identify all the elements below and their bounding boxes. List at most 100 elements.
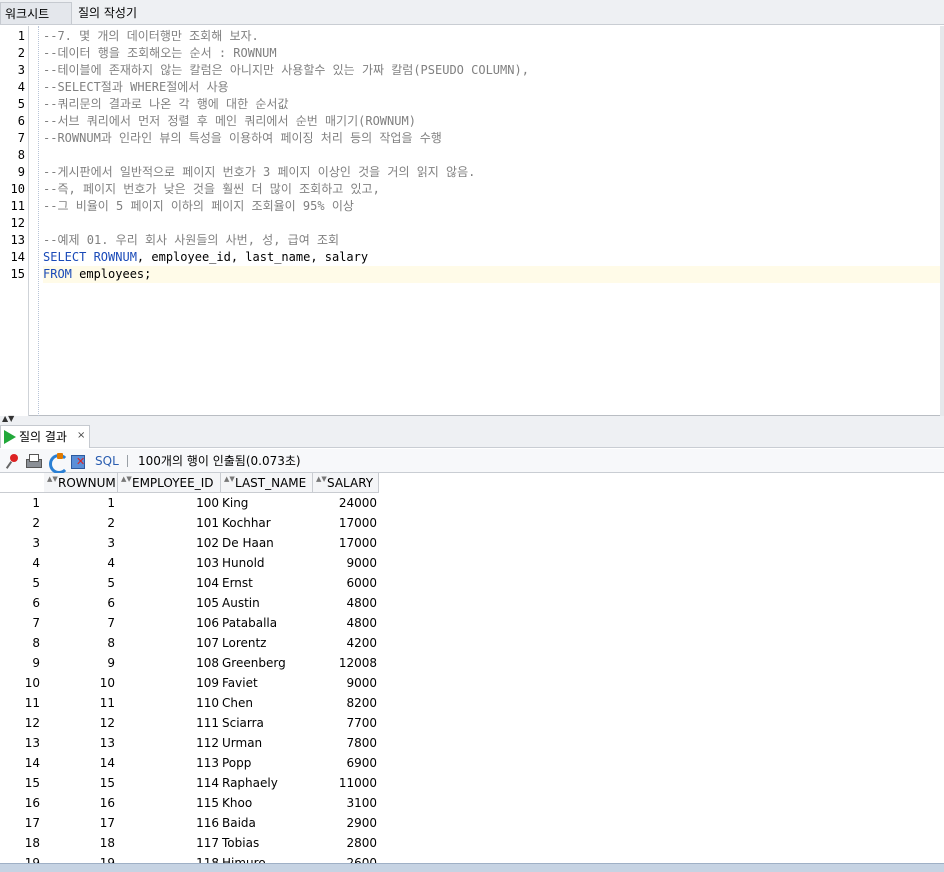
code-line[interactable]: --쿼리문의 결과로 나온 각 행에 대한 순서값 — [43, 96, 940, 113]
cell-last-name[interactable]: Pataballa — [221, 613, 313, 633]
cell-rownum[interactable]: 12 — [44, 713, 118, 733]
table-row[interactable]: 4 4 103 Hunold 9000 — [0, 553, 380, 573]
table-row[interactable]: 6 6 105 Austin 4800 — [0, 593, 380, 613]
cell-last-name[interactable]: Popp — [221, 753, 313, 773]
column-header-employee-id[interactable]: ▲▼ EMPLOYEE_ID — [118, 473, 221, 493]
editor-scrollbar[interactable] — [940, 26, 944, 416]
cell-salary[interactable]: 4800 — [313, 593, 379, 613]
table-row[interactable]: 16 16 115 Khoo 3100 — [0, 793, 380, 813]
cell-last-name[interactable]: Himuro — [221, 853, 313, 863]
code-line[interactable]: --서브 쿼리에서 먼저 정렬 후 메인 쿼리에서 순번 매기기(ROWNUM) — [43, 113, 940, 130]
pane-splitter[interactable]: ▲▼ — [0, 415, 944, 424]
cell-employee-id[interactable]: 112 — [118, 733, 220, 753]
cell-salary[interactable]: 11000 — [313, 773, 379, 793]
cell-last-name[interactable]: Faviet — [221, 673, 313, 693]
table-row[interactable]: 7 7 106 Pataballa 4800 — [0, 613, 380, 633]
cell-salary[interactable]: 17000 — [313, 513, 379, 533]
pin-icon[interactable] — [4, 453, 20, 469]
cell-rownum[interactable]: 10 — [44, 673, 118, 693]
cell-last-name[interactable]: Ernst — [221, 573, 313, 593]
cell-employee-id[interactable]: 116 — [118, 813, 220, 833]
cell-rownum[interactable]: 1 — [44, 493, 118, 513]
cell-last-name[interactable]: Hunold — [221, 553, 313, 573]
cell-rownum[interactable]: 8 — [44, 633, 118, 653]
cell-last-name[interactable]: Chen — [221, 693, 313, 713]
result-grid[interactable]: ▲▼ ROWNUM ▲▼ EMPLOYEE_ID ▲▼ LAST_NAME ▲▼… — [0, 473, 944, 863]
cell-rownum[interactable]: 17 — [44, 813, 118, 833]
table-row[interactable]: 9 9 108 Greenberg 12008 — [0, 653, 380, 673]
cell-rownum[interactable]: 18 — [44, 833, 118, 853]
code-line[interactable] — [43, 147, 940, 164]
column-header-last-name[interactable]: ▲▼ LAST_NAME — [221, 473, 313, 493]
cell-salary[interactable]: 7700 — [313, 713, 379, 733]
code-line[interactable]: --ROWNUM과 인라인 뷰의 특성을 이용하여 페이징 처리 등의 작업을 … — [43, 130, 940, 147]
cell-rownum[interactable]: 7 — [44, 613, 118, 633]
table-row[interactable]: 14 14 113 Popp 6900 — [0, 753, 380, 773]
table-row[interactable]: 5 5 104 Ernst 6000 — [0, 573, 380, 593]
code-line[interactable]: --즉, 페이지 번호가 낮은 것을 훨씬 더 많이 조회하고 있고, — [43, 181, 940, 198]
cell-employee-id[interactable]: 118 — [118, 853, 220, 863]
cell-salary[interactable]: 6900 — [313, 753, 379, 773]
splitter-arrows-icon[interactable]: ▲▼ — [2, 415, 14, 423]
tab-worksheet[interactable]: 워크시트 — [0, 2, 72, 24]
sql-editor[interactable]: 1 2 3 4 5 6 7 8 9 10 11 12 13 14 15 --7. 몇 개의 데이터행만 조회… — [0, 26, 944, 416]
cell-employee-id[interactable]: 117 — [118, 833, 220, 853]
table-row[interactable]: 15 15 114 Raphaely 11000 — [0, 773, 380, 793]
cell-employee-id[interactable]: 105 — [118, 593, 220, 613]
table-row[interactable]: 1 1 100 King 24000 — [0, 493, 380, 513]
clear-results-icon[interactable] — [70, 453, 86, 469]
cell-rownum[interactable]: 14 — [44, 753, 118, 773]
cell-employee-id[interactable]: 100 — [118, 493, 220, 513]
cell-employee-id[interactable]: 101 — [118, 513, 220, 533]
cell-employee-id[interactable]: 115 — [118, 793, 220, 813]
cell-salary[interactable]: 6000 — [313, 573, 379, 593]
code-line[interactable]: --게시판에서 일반적으로 페이지 번호가 3 페이지 이상인 것을 거의 읽지… — [43, 164, 940, 181]
table-row[interactable]: 12 12 111 Sciarra 7700 — [0, 713, 380, 733]
cell-last-name[interactable]: King — [221, 493, 313, 513]
cell-rownum[interactable]: 3 — [44, 533, 118, 553]
cell-last-name[interactable]: De Haan — [221, 533, 313, 553]
tab-query-builder[interactable]: 질의 작성기 — [74, 2, 164, 24]
code-line[interactable]: --테이블에 존재하지 않는 칼럼은 아니지만 사용할수 있는 가짜 칼럼(PS… — [43, 62, 940, 79]
cell-last-name[interactable]: Austin — [221, 593, 313, 613]
cell-employee-id[interactable]: 107 — [118, 633, 220, 653]
tab-query-result[interactable]: 질의 결과 × — [0, 425, 90, 448]
code-line[interactable]: SELECT ROWNUM, employee_id, last_name, s… — [43, 249, 940, 266]
refresh-icon[interactable] — [48, 453, 69, 474]
cell-employee-id[interactable]: 103 — [118, 553, 220, 573]
table-row[interactable]: 2 2 101 Kochhar 17000 — [0, 513, 380, 533]
cell-rownum[interactable]: 2 — [44, 513, 118, 533]
table-row[interactable]: 8 8 107 Lorentz 4200 — [0, 633, 380, 653]
column-header-rownum[interactable]: ▲▼ ROWNUM — [44, 473, 118, 493]
cell-last-name[interactable]: Baida — [221, 813, 313, 833]
cell-employee-id[interactable]: 114 — [118, 773, 220, 793]
table-row[interactable]: 10 10 109 Faviet 9000 — [0, 673, 380, 693]
cell-last-name[interactable]: Tobias — [221, 833, 313, 853]
cell-rownum[interactable]: 6 — [44, 593, 118, 613]
code-line[interactable] — [43, 215, 940, 232]
cell-salary[interactable]: 7800 — [313, 733, 379, 753]
cell-salary[interactable]: 2900 — [313, 813, 379, 833]
cell-last-name[interactable]: Lorentz — [221, 633, 313, 653]
table-row[interactable]: 13 13 112 Urman 7800 — [0, 733, 380, 753]
sql-link[interactable]: SQL — [95, 453, 119, 469]
cell-salary[interactable]: 4200 — [313, 633, 379, 653]
table-row[interactable]: 18 18 117 Tobias 2800 — [0, 833, 380, 853]
cell-last-name[interactable]: Khoo — [221, 793, 313, 813]
code-line[interactable]: FROM employees; — [43, 266, 940, 283]
table-row[interactable]: 3 3 102 De Haan 17000 — [0, 533, 380, 553]
cell-salary[interactable]: 9000 — [313, 553, 379, 573]
cell-last-name[interactable]: Raphaely — [221, 773, 313, 793]
code-line[interactable]: --데이터 행을 조회해오는 순서 : ROWNUM — [43, 45, 940, 62]
cell-salary[interactable]: 12008 — [313, 653, 379, 673]
cell-last-name[interactable]: Sciarra — [221, 713, 313, 733]
table-row[interactable]: 19 19 118 Himuro 2600 — [0, 853, 380, 863]
cell-employee-id[interactable]: 108 — [118, 653, 220, 673]
cell-employee-id[interactable]: 102 — [118, 533, 220, 553]
print-icon[interactable] — [25, 453, 42, 469]
cell-salary[interactable]: 17000 — [313, 533, 379, 553]
cell-salary[interactable]: 4800 — [313, 613, 379, 633]
table-row[interactable]: 17 17 116 Baida 2900 — [0, 813, 380, 833]
cell-rownum[interactable]: 4 — [44, 553, 118, 573]
code-line[interactable]: --예제 01. 우리 회사 사원들의 사번, 성, 급여 조회 — [43, 232, 940, 249]
